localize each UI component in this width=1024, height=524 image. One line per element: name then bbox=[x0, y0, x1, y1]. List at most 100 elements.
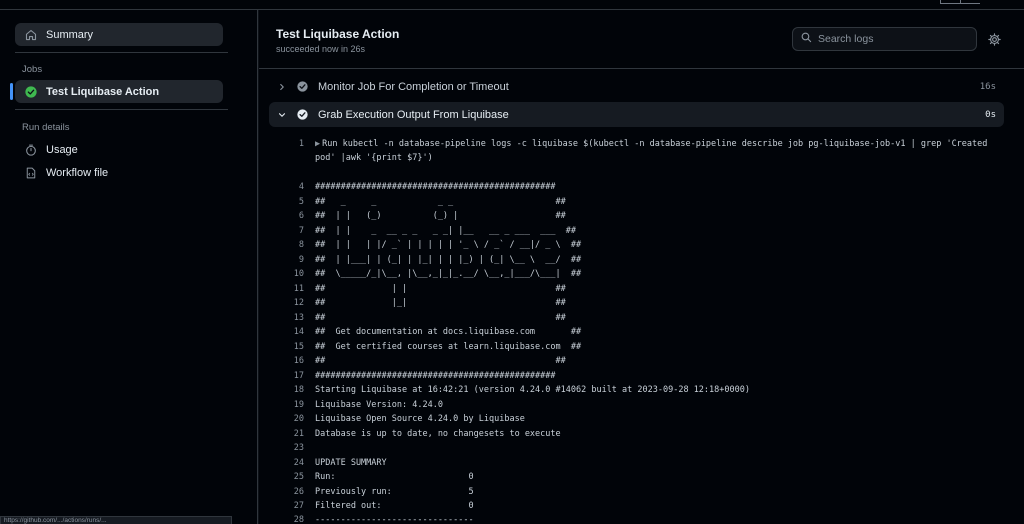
sidebar: Summary Jobs Test Liquibase Action Run d… bbox=[0, 10, 258, 524]
line-number: 23 bbox=[293, 443, 304, 453]
line-number: 24 bbox=[293, 457, 304, 468]
sidebar-item-label: Workflow file bbox=[46, 166, 109, 179]
log-text: ## | |___| | (_| | |_| | | |_) | (_| \__… bbox=[315, 254, 582, 265]
log-line: 16 ## ## bbox=[269, 354, 566, 368]
sidebar-item-summary[interactable]: Summary bbox=[15, 23, 223, 46]
line-number: 15 bbox=[293, 341, 304, 352]
check-circle-icon bbox=[294, 109, 310, 120]
line-number bbox=[269, 151, 304, 165]
log-text: ########################################… bbox=[315, 182, 556, 192]
line-number: 10 bbox=[293, 269, 304, 279]
log-text: Filtered out: 0 bbox=[315, 501, 474, 511]
line-number: 5 bbox=[298, 196, 304, 207]
file-code-icon bbox=[23, 167, 39, 179]
log-line: 21 Database is up to date, no changesets … bbox=[269, 427, 561, 441]
chevron-right-icon bbox=[272, 83, 292, 91]
log-line: 12 ## |_| ## bbox=[269, 296, 566, 310]
log-line: 18 Starting Liquibase at 16:42:21 (versio… bbox=[269, 383, 750, 397]
log-line: 23 bbox=[269, 441, 315, 455]
line-number: 26 bbox=[293, 486, 304, 497]
sidebar-divider bbox=[15, 109, 228, 110]
sidebar-item-usage[interactable]: Usage bbox=[15, 138, 223, 161]
line-number: 7 bbox=[298, 225, 304, 236]
log-text: ## |_| ## bbox=[315, 298, 566, 308]
log-line: 7 ## | | _ __ _ _ _ _| |__ __ _ ___ ___ #… bbox=[269, 224, 576, 238]
log-line: 4 #######################################… bbox=[269, 180, 556, 194]
line-number: 17 bbox=[293, 370, 304, 381]
search-logs-input[interactable] bbox=[818, 33, 968, 45]
log-line: pod' |awk '{print $7}') bbox=[269, 151, 433, 165]
line-number: 18 bbox=[293, 385, 304, 395]
log-text: UPDATE SUMMARY bbox=[315, 457, 387, 468]
log-text: ## \_____/_|\__, |\__,_|_|_.__/ \__,_|__… bbox=[315, 269, 582, 279]
job-log-panel: Test Liquibase Action succeeded now in 2… bbox=[259, 10, 1024, 524]
log-text: ## Get certified courses at learn.liquib… bbox=[315, 341, 582, 352]
sidebar-item-label: Summary bbox=[46, 28, 94, 41]
log-text: Starting Liquibase at 16:42:21 (version … bbox=[315, 385, 750, 395]
gear-icon[interactable] bbox=[986, 31, 1002, 47]
step-monitor-job[interactable]: Monitor Job For Completion or Timeout 16… bbox=[269, 74, 1004, 99]
log-text: Liquibase Open Source 4.24.0 by Liquibas… bbox=[315, 414, 525, 424]
job-header: Test Liquibase Action succeeded now in 2… bbox=[259, 10, 1024, 69]
log-line: 6 ## | | (_) (_) | ## bbox=[269, 209, 566, 223]
log-text: ## | | (_) (_) | ## bbox=[315, 211, 566, 221]
log-line: 20 Liquibase Open Source 4.24.0 by Liquib… bbox=[269, 412, 525, 426]
log-line: 10 ## \_____/_|\__, |\__,_|_|_.__/ \__,_|… bbox=[269, 267, 581, 281]
log-line: 13 ## ## bbox=[269, 311, 566, 325]
chevron-down-icon bbox=[272, 111, 292, 119]
step-duration: 16s bbox=[979, 81, 996, 92]
log-text: ## | | _ __ _ _ _ _| |__ __ _ ___ ___ ## bbox=[315, 225, 576, 236]
log-line: 26 Previously run: 5 bbox=[269, 485, 474, 499]
check-circle-icon bbox=[294, 81, 310, 92]
search-logs-box[interactable] bbox=[792, 27, 977, 51]
log-text: ## ## bbox=[315, 312, 566, 323]
line-number: 4 bbox=[298, 182, 304, 192]
log-text: ## _ _ _ _ ## bbox=[315, 196, 566, 207]
sidebar-item-workflow-file[interactable]: Workflow file bbox=[15, 161, 223, 184]
log-text: Liquibase Version: 4.24.0 bbox=[315, 399, 443, 410]
log-line: 15 ## Get certified courses at learn.liqu… bbox=[269, 340, 581, 354]
log-text: Run kubectl -n database-pipeline logs -c… bbox=[322, 139, 988, 149]
jobs-heading: Jobs bbox=[22, 64, 43, 75]
line-number: 27 bbox=[293, 501, 304, 511]
log-line: 11 ## | | ## bbox=[269, 282, 566, 296]
run-details-heading: Run details bbox=[22, 122, 70, 133]
sidebar-divider bbox=[15, 52, 228, 53]
sidebar-item-job[interactable]: Test Liquibase Action bbox=[10, 80, 223, 103]
line-number: 25 bbox=[293, 472, 304, 482]
log-text: pod' |awk '{print $7}') bbox=[315, 153, 433, 163]
check-circle-fill-icon bbox=[23, 85, 39, 98]
line-number: 28 bbox=[293, 515, 304, 524]
active-indicator bbox=[10, 83, 13, 100]
log-line: 27 Filtered out: 0 bbox=[269, 499, 474, 513]
log-line: 17 ######################################… bbox=[269, 369, 556, 383]
sidebar-item-label: Usage bbox=[46, 143, 78, 156]
log-text: ## | | ## bbox=[315, 283, 566, 294]
line-number: 21 bbox=[293, 428, 304, 439]
log-line: 9 ## | |___| | (_| | |_| | | |_) | (_| \_… bbox=[269, 253, 581, 267]
log-line: 14 ## Get documentation at docs.liquibase… bbox=[269, 325, 581, 339]
caret-right-icon[interactable]: ▶ bbox=[315, 139, 320, 149]
log-text: Run: 0 bbox=[315, 472, 474, 482]
line-number: 8 bbox=[298, 240, 304, 250]
line-number: 12 bbox=[293, 298, 304, 308]
line-number: 1 bbox=[298, 139, 304, 149]
log-line: 24 UPDATE SUMMARY bbox=[269, 456, 387, 470]
step-label: Grab Execution Output From Liquibase bbox=[318, 108, 509, 121]
line-number: 6 bbox=[298, 211, 304, 221]
home-icon bbox=[23, 29, 39, 41]
log-text: Previously run: 5 bbox=[315, 486, 474, 497]
step-grab-execution-output[interactable]: Grab Execution Output From Liquibase 0s bbox=[269, 102, 1004, 127]
log-line: 5 ## _ _ _ _ ## bbox=[269, 195, 566, 209]
top-bar bbox=[0, 0, 1024, 10]
log-line: 1 ▶ Run kubectl -n database-pipeline logs… bbox=[269, 137, 988, 151]
page-title: Test Liquibase Action bbox=[276, 27, 400, 41]
log-line: 19 Liquibase Version: 4.24.0 bbox=[269, 398, 443, 412]
log-text: ########################################… bbox=[315, 370, 556, 381]
log-text: Database is up to date, no changesets to… bbox=[315, 428, 561, 439]
step-duration: 0s bbox=[985, 109, 996, 120]
line-number: 16 bbox=[293, 356, 304, 366]
stopwatch-icon bbox=[23, 144, 39, 156]
search-icon bbox=[801, 30, 812, 48]
step-label: Monitor Job For Completion or Timeout bbox=[318, 80, 509, 93]
